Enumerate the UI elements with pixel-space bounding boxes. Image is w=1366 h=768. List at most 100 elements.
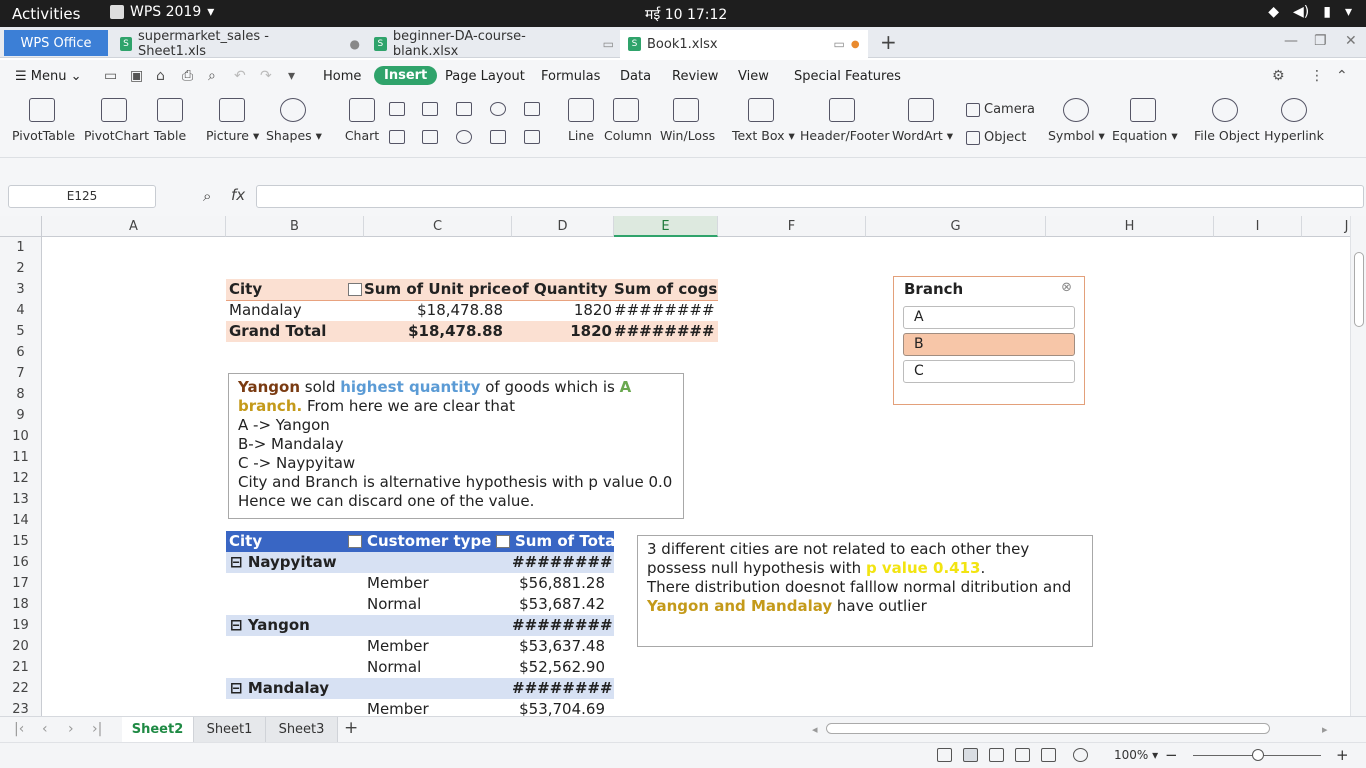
stock-chart-icon[interactable]	[422, 130, 438, 144]
other-chart-icon[interactable]	[524, 130, 540, 144]
row-header[interactable]: 23	[0, 699, 42, 716]
pivot2-total[interactable]: $53,687.42	[512, 594, 614, 615]
pivot2-group-total[interactable]: ########	[512, 678, 614, 699]
filter-dropdown-icon[interactable]	[496, 535, 510, 548]
read-mode-icon[interactable]	[1041, 748, 1056, 762]
col-header-e[interactable]: E	[614, 216, 718, 237]
pivot2-group-total[interactable]: ########	[512, 615, 614, 636]
vertical-scrollbar[interactable]	[1350, 216, 1366, 716]
first-sheet-icon[interactable]: |‹	[14, 721, 24, 737]
row-header[interactable]: 15	[0, 531, 42, 552]
row-header[interactable]: 2	[0, 258, 42, 279]
row-header[interactable]: 3	[0, 279, 42, 300]
wifi-icon[interactable]: ◆	[1268, 4, 1279, 20]
close-dot-icon[interactable]: ●	[350, 37, 360, 51]
menu-button[interactable]: ☰ Menu ⌄	[15, 69, 82, 84]
page-break-view-icon[interactable]	[1015, 748, 1030, 762]
pivot2-group-total[interactable]: ########	[512, 552, 614, 573]
slicer-option-c[interactable]: C	[903, 360, 1075, 383]
area-chart-icon[interactable]	[524, 102, 540, 116]
textbox-button[interactable]: Text Box ▾	[732, 98, 795, 143]
tab-formulas[interactable]: Formulas	[541, 69, 600, 84]
pivotchart-button[interactable]: PivotChart	[84, 98, 149, 143]
wps-office-tab[interactable]: WPS Office	[4, 30, 108, 56]
pie-chart-icon[interactable]	[456, 130, 472, 144]
camera-button[interactable]: Camera	[966, 102, 1035, 117]
clear-filter-icon[interactable]: ⊗	[1061, 280, 1072, 295]
row-header[interactable]: 1	[0, 237, 42, 258]
equation-button[interactable]: Equation ▾	[1112, 98, 1178, 143]
sheet-tab-sheet1[interactable]: Sheet1	[194, 717, 266, 742]
minimize-icon[interactable]: —	[1284, 33, 1298, 49]
col-header-h[interactable]: H	[1046, 216, 1214, 237]
tab-beginner-da[interactable]: S beginner-DA-course-blank.xlsx ▭	[366, 29, 614, 59]
tab-home[interactable]: Home	[323, 69, 361, 84]
zoom-in-button[interactable]: +	[1336, 746, 1349, 764]
col-header-j[interactable]: J	[1302, 216, 1350, 237]
volume-icon[interactable]: ◀)	[1293, 4, 1309, 20]
collapse-icon[interactable]: ⊟	[230, 616, 243, 634]
note-textbox-2[interactable]: 3 different cities are not related to ea…	[637, 535, 1093, 647]
row-header[interactable]: 19	[0, 615, 42, 636]
row-header[interactable]: 8	[0, 384, 42, 405]
slicer-option-a[interactable]: A	[903, 306, 1075, 329]
row-header[interactable]: 18	[0, 594, 42, 615]
next-sheet-icon[interactable]: ›	[68, 721, 74, 737]
tab-insert[interactable]: Insert	[374, 66, 438, 85]
note-textbox-1[interactable]: Yangon sold highest quantity of goods wh…	[228, 373, 684, 519]
row-header[interactable]: 10	[0, 426, 42, 447]
pivottable-button[interactable]: PivotTable	[12, 98, 75, 143]
scroll-left-icon[interactable]: ◂	[812, 723, 818, 736]
row-header[interactable]: 12	[0, 468, 42, 489]
row-header[interactable]: 6	[0, 342, 42, 363]
pivot1-total-cogs[interactable]: ########	[614, 321, 718, 342]
monitor-icon[interactable]: ▭	[603, 37, 614, 51]
chevron-down-icon[interactable]: ▾	[1345, 4, 1352, 20]
print-preview-icon[interactable]: ⌕	[208, 68, 216, 84]
battery-icon[interactable]: ▮	[1323, 4, 1331, 20]
pivot1-total-unit-price[interactable]: $18,478.88	[364, 321, 512, 342]
col-header-d[interactable]: D	[512, 216, 614, 237]
tab-page-layout[interactable]: Page Layout	[445, 69, 525, 84]
bar-chart-icon[interactable]	[422, 102, 438, 116]
col-header-a[interactable]: A	[42, 216, 226, 237]
row-header[interactable]: 7	[0, 363, 42, 384]
row-header[interactable]: 22	[0, 678, 42, 699]
page-layout-view-icon[interactable]	[989, 748, 1004, 762]
picture-button[interactable]: Picture ▾	[206, 98, 259, 143]
pivot2-customer-type[interactable]: Member	[367, 573, 512, 594]
last-sheet-icon[interactable]: ›|	[92, 721, 102, 737]
app-menu[interactable]: WPS 2019 ▾	[110, 4, 214, 20]
row-header[interactable]: 14	[0, 510, 42, 531]
col-header-i[interactable]: I	[1214, 216, 1302, 237]
slicer-option-b[interactable]: B	[903, 333, 1075, 356]
row-header[interactable]: 21	[0, 657, 42, 678]
col-header-b[interactable]: B	[226, 216, 364, 237]
fx-icon[interactable]: fx	[231, 186, 245, 204]
spreadsheet-grid[interactable]: A B C D E F G H I J 1 2 3 4 5 6 7 8 9 10…	[0, 216, 1350, 716]
pivot1-total-quantity[interactable]: 1820	[512, 321, 614, 342]
pivot1-quantity[interactable]: 1820	[512, 300, 614, 321]
collapse-icon[interactable]: ⊟	[230, 679, 243, 697]
more-icon[interactable]: ⋮	[1310, 68, 1324, 84]
activities-button[interactable]: Activities	[12, 5, 80, 23]
scatter-chart-icon[interactable]	[490, 130, 506, 144]
tab-supermarket-sales[interactable]: S supermarket_sales - Sheet1.xls ●	[112, 29, 360, 59]
shapes-button[interactable]: Shapes ▾	[266, 98, 322, 143]
close-icon[interactable]: ✕	[1345, 33, 1357, 49]
row-header[interactable]: 20	[0, 636, 42, 657]
pivot2-customer-type[interactable]: Member	[367, 699, 512, 716]
line-chart-icon[interactable]	[456, 102, 472, 116]
tab-view[interactable]: View	[738, 69, 769, 84]
row-header[interactable]: 5	[0, 321, 42, 342]
settings-gear-icon[interactable]: ⚙	[1272, 68, 1285, 84]
restore-icon[interactable]: ❐	[1314, 33, 1327, 49]
table-button[interactable]: Table	[152, 98, 188, 143]
pivot2-total[interactable]: $53,637.48	[512, 636, 614, 657]
system-tray[interactable]: ◆ ◀) ▮ ▾	[1268, 4, 1352, 20]
pivot2-total[interactable]: $56,881.28	[512, 573, 614, 594]
object-button[interactable]: Object	[966, 130, 1026, 145]
pivot1-unit-price[interactable]: $18,478.88	[364, 300, 512, 321]
monitor-icon[interactable]: ▭	[834, 37, 845, 51]
new-tab-button[interactable]: +	[880, 30, 897, 54]
